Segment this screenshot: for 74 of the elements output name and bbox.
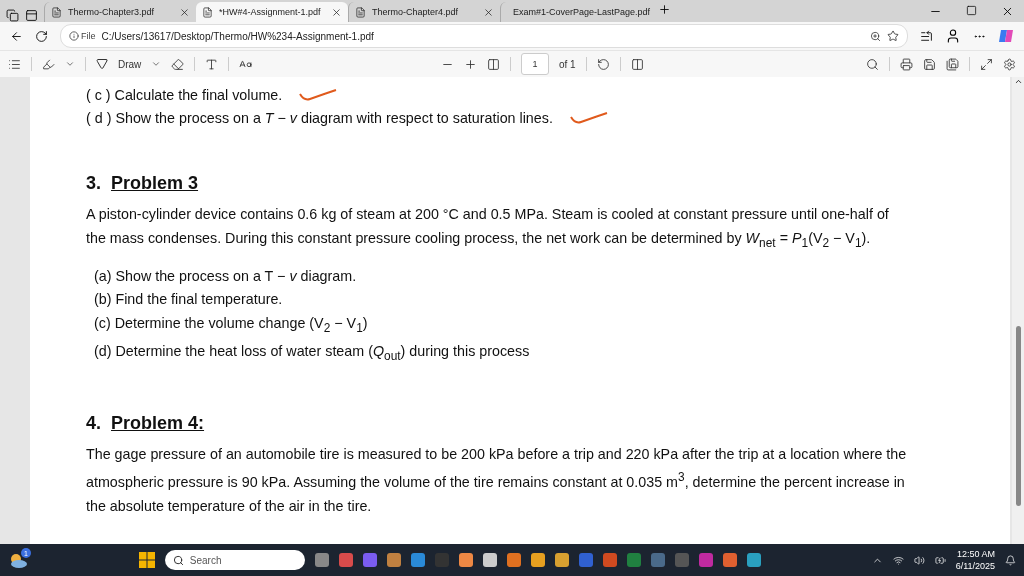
draw-button[interactable]: Draw: [118, 58, 142, 70]
zoom-icon[interactable]: [870, 30, 881, 42]
settings-icon[interactable]: [1003, 57, 1016, 71]
eraser-icon[interactable]: [171, 57, 185, 71]
heading-number: 4.: [86, 412, 101, 434]
pdf-icon: [202, 6, 213, 18]
page-count: of 1: [558, 58, 576, 70]
close-icon[interactable]: [483, 6, 494, 18]
save-as-icon[interactable]: [946, 57, 959, 71]
search-icon: [172, 554, 184, 566]
refresh-icon[interactable]: [35, 29, 48, 43]
text-icon[interactable]: [205, 57, 219, 71]
app-icon[interactable]: [554, 553, 569, 567]
battery-icon[interactable]: [934, 554, 946, 566]
scrollbar[interactable]: [1012, 77, 1024, 544]
question-item: ( c ) Calculate the final volume.: [86, 86, 283, 103]
rotate-icon[interactable]: [596, 57, 610, 71]
address-bar[interactable]: File C:/Users/13617/Desktop/Thermo/HW%234-Assignment-1.pdf: [60, 24, 908, 48]
question-item: (b) Find the final temperature.: [94, 290, 283, 310]
question-item: (d) Determine the heat loss of water steam (Q$_{out}$) during this process: [94, 342, 530, 366]
favorite-star-icon[interactable]: [887, 30, 899, 42]
app-icon[interactable]: [722, 553, 737, 567]
scroll-up-icon[interactable]: [1013, 77, 1023, 86]
copilot-icon[interactable]: [998, 28, 1014, 44]
fullscreen-icon[interactable]: [980, 57, 993, 71]
pdf-icon: [51, 6, 62, 18]
profile-icon[interactable]: [945, 28, 961, 44]
browser-tab[interactable]: *HW#4-Assignment-1.pdf: [196, 2, 348, 22]
workspaces-icon[interactable]: [6, 9, 19, 22]
caret-icon[interactable]: [151, 59, 162, 69]
app-icon[interactable]: [530, 553, 545, 567]
taskbar-search[interactable]: Search: [164, 550, 305, 570]
favorites-icon[interactable]: [920, 29, 933, 43]
new-tab-icon[interactable]: [658, 3, 671, 16]
question-item: (a) Show the process on a T − v diagram.: [94, 266, 357, 286]
tab-actions-icon[interactable]: [25, 9, 38, 22]
start-icon[interactable]: [138, 552, 155, 568]
heading-number: 3.: [86, 173, 101, 194]
caret-icon[interactable]: [65, 59, 75, 69]
save-icon[interactable]: [923, 57, 936, 71]
app-icon[interactable]: [314, 553, 329, 567]
back-icon[interactable]: [10, 29, 23, 43]
file-badge: File: [69, 31, 96, 41]
pdf-icon: [355, 6, 366, 18]
print-icon[interactable]: [900, 57, 913, 71]
close-icon[interactable]: [331, 6, 342, 18]
close-icon[interactable]: [179, 6, 190, 18]
app-icon[interactable]: [746, 553, 761, 567]
question-item: (c) Determine the volume change (V$_{2}$ − V$_{1}$): [94, 313, 368, 337]
zoom-in-icon[interactable]: [463, 57, 477, 71]
question-item: ( d ) Show the process on a T − v diagram with respect to saturation lines.: [86, 109, 553, 126]
volume-icon[interactable]: [913, 554, 925, 566]
app-icon[interactable]: [410, 553, 425, 567]
wifi-icon[interactable]: [892, 554, 904, 566]
page-number-field[interactable]: 1: [520, 53, 549, 75]
clock[interactable]: 12:50 AM 6/11/2025: [955, 548, 995, 572]
problem-text: A piston-cylinder device contains 0.6 kg of steam at 200 °C and 0.5 MPa. Steam is cooled at constant pressure until one-half of the mass condenses. During this constant pressure cooling process, the net work can be determined by W$_{net}$ = P$_{1}$(V$_{2}$ − V$_{1}$).: [86, 205, 890, 252]
highlight-icon[interactable]: [42, 57, 55, 71]
problem-heading: Problem 3: [111, 173, 199, 194]
search-icon[interactable]: [866, 57, 879, 71]
page-view-icon[interactable]: [630, 57, 644, 71]
app-icon[interactable]: [458, 553, 473, 567]
fit-icon[interactable]: [486, 57, 500, 71]
app-icon[interactable]: [506, 553, 521, 567]
problem-heading: Problem 4:: [111, 412, 205, 434]
checkmark-drawing: [298, 87, 339, 102]
problem-text: The gage pressure of an automobile tire is measured to be 200 kPa before a trip and 220 kPa after the trip at a location where the atmospheric pressure is 90 kPa. Assuming the volume of the tire remains constant at 0.035 m$^{3}$, determine the percent increase in the absolute temperature of the air in the tire.: [86, 444, 908, 517]
app-icon[interactable]: [482, 553, 497, 567]
app-icon[interactable]: [386, 553, 401, 567]
restore-icon[interactable]: [966, 4, 977, 16]
checkmark-drawing: [568, 110, 609, 125]
notification-icon[interactable]: [1005, 554, 1016, 566]
contents-icon[interactable]: [8, 57, 21, 71]
pen-icon[interactable]: [96, 58, 108, 70]
